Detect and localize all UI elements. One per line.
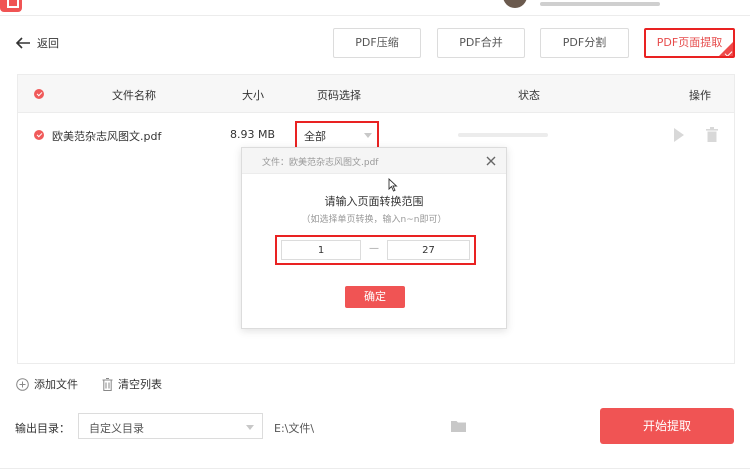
range-from-input[interactable] xyxy=(281,240,361,260)
clear-list-button[interactable]: 清空列表 xyxy=(102,376,162,392)
page-select-value: 全部 xyxy=(304,130,326,143)
row-check-icon[interactable] xyxy=(34,130,44,140)
file-size: 8.93 MB xyxy=(230,128,276,141)
trash-icon[interactable] xyxy=(706,127,718,142)
select-all-check-icon[interactable] xyxy=(34,89,44,99)
tool-pdf-page-extract-label: PDF页面提取 xyxy=(656,36,723,49)
table-header: 文件名称 大小 页码选择 状态 操作 xyxy=(18,75,734,113)
dialog-file-name: 文件：欧美范杂志风图文.pdf xyxy=(262,158,379,168)
selected-check-icon xyxy=(724,49,733,56)
plus-circle-icon xyxy=(16,377,29,391)
progress-bar xyxy=(458,133,548,137)
dialog-header: 文件：欧美范杂志风图文.pdf xyxy=(242,148,506,174)
output-dir-value: 自定义目录 xyxy=(89,422,144,435)
page-select-dropdown[interactable]: 全部 xyxy=(295,121,379,149)
dialog-title: 请输入页面转换范围 xyxy=(324,195,424,208)
header-file-name: 文件名称 xyxy=(112,89,156,102)
user-name xyxy=(540,2,660,6)
range-separator: — xyxy=(369,243,379,254)
play-icon[interactable] xyxy=(674,128,684,142)
output-path: E:\文件\ xyxy=(274,422,315,435)
header-status: 状态 xyxy=(518,89,540,102)
dialog-hint: （如选择单页转换，输入n~n即可） xyxy=(301,215,447,225)
start-extract-button[interactable]: 开始提取 xyxy=(600,408,734,444)
folder-icon[interactable] xyxy=(451,420,466,432)
tool-pdf-compress[interactable]: PDF压缩 xyxy=(333,28,421,58)
avatar[interactable] xyxy=(503,0,527,8)
confirm-button[interactable]: 确定 xyxy=(345,286,405,308)
clear-list-label: 清空列表 xyxy=(118,378,162,391)
add-file-button[interactable]: 添加文件 xyxy=(16,376,78,392)
top-header xyxy=(0,0,750,16)
close-icon[interactable] xyxy=(484,154,498,168)
chevron-down-icon xyxy=(246,425,254,430)
page-range-inputs: — xyxy=(275,235,476,265)
app-logo-icon xyxy=(0,0,22,12)
header-page-select: 页码选择 xyxy=(317,89,361,102)
header-size: 大小 xyxy=(242,89,264,102)
add-file-label: 添加文件 xyxy=(34,378,78,391)
arrow-left-icon xyxy=(15,37,30,49)
tool-pdf-merge[interactable]: PDF合并 xyxy=(437,28,525,58)
header-breadcrumb xyxy=(48,0,158,4)
output-dir-select[interactable]: 自定义目录 xyxy=(78,413,263,439)
back-label: 返回 xyxy=(37,37,59,50)
tool-pdf-split[interactable]: PDF分割 xyxy=(540,28,629,58)
tool-pdf-page-extract[interactable]: PDF页面提取 xyxy=(644,28,735,58)
bottom-divider xyxy=(0,468,750,469)
range-to-input[interactable] xyxy=(387,240,470,260)
output-dir-label: 输出目录： xyxy=(15,422,70,435)
page-range-dialog: 文件：欧美范杂志风图文.pdf 请输入页面转换范围 （如选择单页转换，输入n~n… xyxy=(241,147,507,329)
back-button[interactable]: 返回 xyxy=(15,35,59,51)
header-actions: 操作 xyxy=(689,89,711,102)
mouse-cursor-icon xyxy=(388,178,398,192)
trash-icon xyxy=(102,377,113,391)
file-name: 欧美范杂志风图文.pdf xyxy=(52,130,162,143)
chevron-down-icon xyxy=(364,133,372,138)
